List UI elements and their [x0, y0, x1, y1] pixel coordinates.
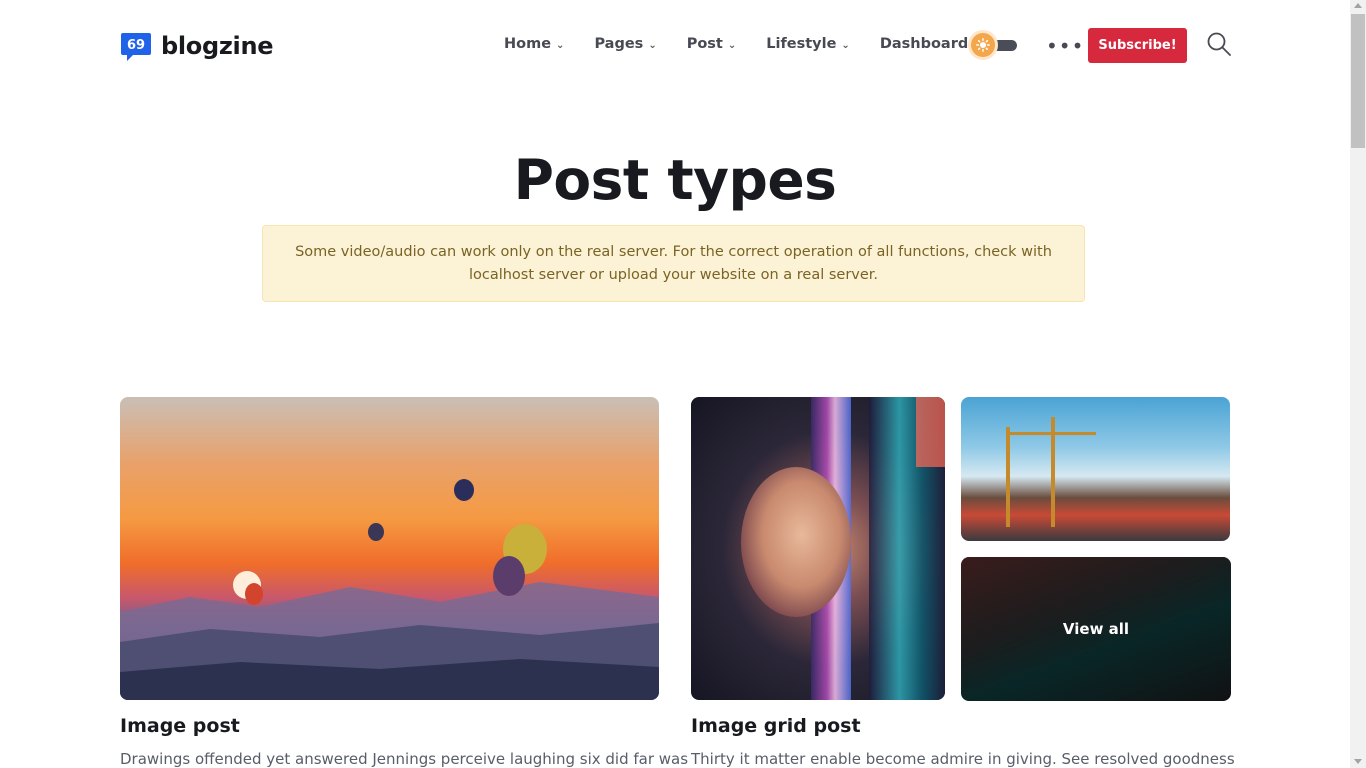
grid-image-city-view-all[interactable]: View all — [961, 557, 1231, 701]
image-post-thumbnail[interactable] — [120, 397, 659, 700]
nav-item-label: Home — [504, 36, 552, 52]
svg-text:69: 69 — [127, 38, 145, 53]
nav-item-home[interactable]: Home ⌄ — [504, 36, 564, 52]
nav-item-lifestyle[interactable]: Lifestyle ⌄ — [766, 36, 850, 52]
portrait-face — [741, 467, 851, 617]
scrollbar-thumb[interactable] — [1351, 14, 1365, 148]
brand-name: blogzine — [161, 32, 274, 60]
nav-item-post[interactable]: Post ⌄ — [687, 36, 737, 52]
main-nav: Home ⌄ Pages ⌄ Post ⌄ Lifestyle ⌄ Dashbo… — [504, 36, 968, 52]
nav-item-label: Lifestyle — [766, 36, 837, 52]
chevron-down-icon: ⌄ — [727, 39, 737, 51]
grid-image-portrait[interactable] — [691, 397, 945, 700]
post-excerpt: Drawings offended yet answered Jennings … — [120, 750, 689, 768]
post-title[interactable]: Image post — [120, 715, 240, 737]
scroll-up-arrow-icon[interactable] — [1354, 3, 1362, 8]
view-all-link[interactable]: View all — [1063, 620, 1129, 638]
nav-item-label: Post — [686, 36, 723, 52]
chevron-down-icon: ⌄ — [648, 39, 657, 51]
speech-bubble-quote-icon: 69 — [120, 30, 152, 62]
brand-logo[interactable]: 69 blogzine — [120, 30, 274, 62]
page-title: Post types — [513, 148, 837, 212]
nav-item-pages[interactable]: Pages ⌄ — [594, 36, 656, 52]
more-menu-icon[interactable]: ••• — [1046, 34, 1084, 58]
site-header: 69 blogzine Home ⌄ Pages ⌄ Post ⌄ Lifest… — [0, 0, 1350, 90]
sun-icon — [971, 33, 995, 57]
crane-structure — [1006, 432, 1096, 435]
nav-item-label: Dashboard — [879, 36, 969, 52]
chevron-down-icon: ⌄ — [841, 39, 850, 51]
neon-light — [916, 397, 945, 467]
alert-notice: Some video/audio can work only on the re… — [262, 225, 1085, 302]
crane-structure — [1006, 427, 1010, 527]
search-icon[interactable] — [1206, 31, 1232, 57]
theme-toggle[interactable] — [971, 33, 1019, 57]
page-scrollbar[interactable] — [1350, 0, 1366, 768]
nav-item-label: Pages — [594, 36, 644, 52]
chevron-down-icon: ⌄ — [556, 39, 565, 51]
subscribe-button[interactable]: Subscribe! — [1088, 28, 1187, 63]
scroll-down-arrow-icon[interactable] — [1354, 759, 1362, 764]
nav-item-dashboard[interactable]: Dashboard — [880, 36, 968, 52]
post-title[interactable]: Image grid post — [691, 715, 861, 737]
post-excerpt: Thirty it matter enable become admire in… — [691, 750, 1235, 768]
grid-image-cargo[interactable] — [961, 397, 1230, 541]
